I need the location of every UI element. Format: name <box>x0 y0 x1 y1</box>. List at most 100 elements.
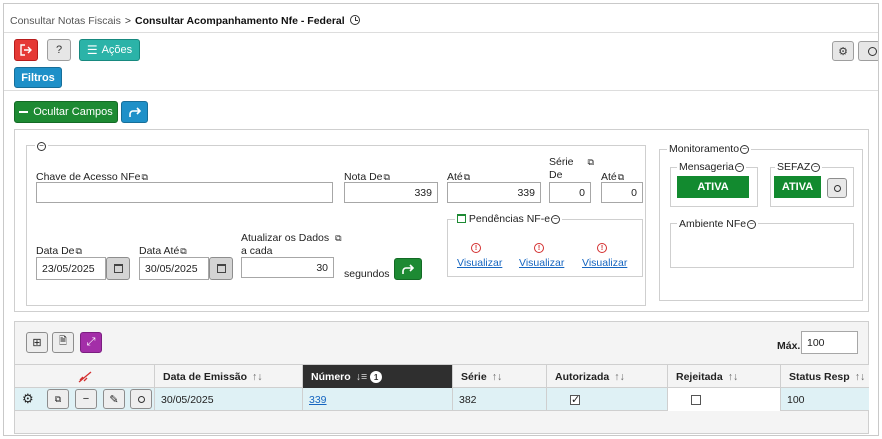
actions-button[interactable]: ☰ Ações <box>79 39 140 61</box>
hide-fields-button[interactable]: Ocultar Campos <box>14 101 118 123</box>
copy-icon: ⧉ <box>463 172 471 182</box>
pencil-icon: ✎ <box>109 393 119 406</box>
checkbox-checked[interactable]: ✓ <box>570 394 580 405</box>
sort-order-badge: 1 <box>370 371 383 383</box>
grid-view-button[interactable]: ⊞ <box>26 332 48 353</box>
exit-icon <box>20 44 32 56</box>
sort-desc-icon: ↓≡ <box>355 371 368 383</box>
data-de-label: Data De⧉ <box>36 245 82 257</box>
warning-icon: ! <box>534 243 544 253</box>
apply-refresh-button[interactable] <box>394 258 422 280</box>
col-serie[interactable]: Série ↑↓ <box>453 365 547 389</box>
visualizar-link-1[interactable]: Visualizar <box>457 257 502 269</box>
help-button[interactable]: ? <box>47 39 71 61</box>
filters-divider <box>4 90 878 91</box>
table-header: Data de Emissão ↑↓ Número ↓≡ 1 Série ↑↓ Aut… <box>15 364 869 389</box>
ambiente-legend: Ambiente NFe − <box>677 218 759 230</box>
col-autorizada[interactable]: Autorizada ↑↓ <box>547 365 668 389</box>
gear-icon[interactable]: ⚙ <box>22 391 34 407</box>
app-window: Consultar Notas Fiscais > Consultar Acompa… <box>3 3 879 436</box>
visualizar-link-3[interactable]: Visualizar <box>582 257 627 269</box>
chave-input[interactable] <box>36 182 333 203</box>
table-row: ⚙ ⧉ − ✎ 30/05/2025 339 382 ✓ 100 <box>15 388 869 411</box>
copy-icon: ⧉ <box>141 172 148 182</box>
cell-status-resp: 100 <box>787 393 805 406</box>
collapse-filter-toggle[interactable]: − <box>35 140 48 152</box>
expand-button[interactable]: ⤢ <box>80 332 102 353</box>
forward-arrow-icon <box>128 106 141 117</box>
sort-icon: ↑↓ <box>614 371 625 383</box>
serie-de-input[interactable]: 0 <box>549 182 591 203</box>
serie-ate-input[interactable]: 0 <box>601 182 643 203</box>
atualizar-input[interactable]: 30 <box>241 257 334 278</box>
copy-icon: ⧉ <box>617 172 625 182</box>
minus-icon: − <box>82 393 90 405</box>
page-title: Consultar Acompanhamento Nfe - Federal <box>135 15 345 27</box>
monitor-legend: Monitoramento − <box>667 143 752 155</box>
collapse-icon[interactable]: − <box>811 162 821 172</box>
clock-icon <box>349 15 360 25</box>
filters-tab[interactable]: Filtros <box>14 67 62 88</box>
collapse-icon[interactable]: − <box>747 219 757 229</box>
settings-button[interactable]: ⚙ <box>832 41 854 61</box>
collapse-icon[interactable]: − <box>551 214 561 224</box>
copy-icon: ⧉ <box>335 233 342 243</box>
data-de-calendar-button[interactable] <box>106 257 130 280</box>
copy-icon: ⧉ <box>587 157 594 167</box>
sefaz-status-badge: ATIVA <box>774 176 821 198</box>
copy-row-button[interactable]: ⧉ <box>47 389 69 409</box>
max-label: Máx. <box>777 340 801 352</box>
export-button[interactable]: 🗎 <box>52 332 74 353</box>
warning-icon: ! <box>471 243 481 253</box>
filters-label: Filtros <box>21 71 55 84</box>
segundos-label: segundos <box>344 268 390 280</box>
serie-de-label: Série ⧉ De <box>549 156 594 181</box>
numero-link[interactable]: 339 <box>309 394 327 406</box>
data-ate-input[interactable]: 30/05/2025 <box>139 257 209 280</box>
sort-icon: ↑↓ <box>491 371 503 383</box>
edit-row-button[interactable]: ✎ <box>103 389 125 409</box>
calendar-icon <box>113 264 123 273</box>
list-icon: ☰ <box>86 43 98 57</box>
nota-de-input[interactable]: 339 <box>344 182 438 203</box>
copy-icon: ⧉ <box>54 393 62 404</box>
help-label: ? <box>55 44 63 56</box>
remove-row-button[interactable]: − <box>75 389 97 409</box>
sefaz-details-button[interactable] <box>827 178 847 198</box>
col-numero[interactable]: Número ↓≡ 1 <box>303 365 453 389</box>
share-button[interactable] <box>121 101 148 123</box>
hide-fields-label: Ocultar Campos <box>33 106 113 118</box>
search-icon <box>868 46 877 56</box>
sort-icon: ↑↓ <box>727 371 739 383</box>
breadcrumb: Consultar Notas Fiscais > Consultar Acompa… <box>10 14 360 27</box>
sort-icon: ↑↓ <box>854 371 866 383</box>
cell-data-emissao: 30/05/2025 <box>155 388 303 411</box>
visualizar-link-2[interactable]: Visualizar <box>519 257 564 269</box>
copy-icon: ⧉ <box>180 246 187 256</box>
row-actions-cell: ⚙ ⧉ − ✎ <box>15 388 155 411</box>
nota-ate-input[interactable]: 339 <box>447 182 541 203</box>
data-ate-calendar-button[interactable] <box>209 257 233 280</box>
col-rejeitada[interactable]: Rejeitada ↑↓ <box>668 365 781 389</box>
breadcrumb-parent[interactable]: Consultar Notas Fiscais <box>10 15 121 27</box>
col-data-emissao[interactable]: Data de Emissão ↑↓ <box>155 365 303 389</box>
mensageria-status-badge: ATIVA <box>677 176 749 198</box>
view-row-button[interactable] <box>130 389 152 409</box>
copy-icon: ⧉ <box>383 172 390 182</box>
exit-button[interactable] <box>14 39 38 61</box>
data-de-input[interactable]: 23/05/2025 <box>36 257 106 280</box>
checkbox-unchecked[interactable] <box>691 394 701 405</box>
sefaz-legend: SEFAZ − <box>775 161 823 173</box>
cell-autorizada: ✓ <box>547 388 668 411</box>
cell-serie: 382 <box>453 388 547 411</box>
warning-icon: ! <box>597 243 607 253</box>
col-status-resp[interactable]: Status Resp ↑↓ <box>781 365 869 389</box>
search-button[interactable] <box>858 41 878 61</box>
collapse-icon[interactable]: − <box>734 162 744 172</box>
mensageria-legend: Mensageria − <box>677 161 746 173</box>
collapse-icon: − <box>37 141 46 151</box>
column-settings-header[interactable] <box>15 365 155 389</box>
atualizar-label: Atualizar os Dados ⧉ a cada <box>241 232 342 257</box>
collapse-icon[interactable]: − <box>740 144 750 154</box>
max-input[interactable]: 100 <box>801 331 858 354</box>
